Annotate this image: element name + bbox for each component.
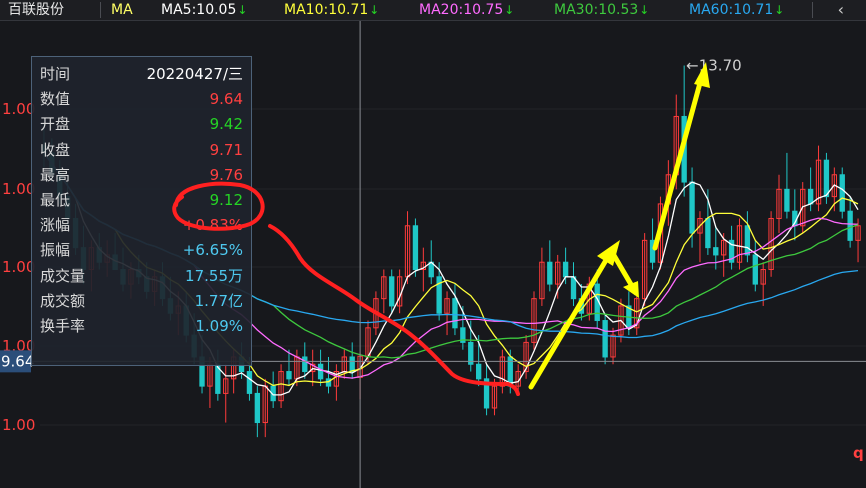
tooltip-value: 9.42 [209, 115, 243, 134]
header-divider [812, 2, 813, 18]
ma10-value: MA10:10.71↓ [284, 0, 379, 20]
down-arrow-icon: ↓ [369, 3, 380, 17]
tooltip-row: 换手率 1.09% [40, 315, 243, 337]
tooltip-label: 收盘 [40, 140, 71, 159]
tooltip-value: 9.76 [209, 165, 243, 184]
down-arrow-icon: ↓ [774, 3, 785, 17]
candle-body [286, 371, 292, 380]
crosshair-price-label: 9.64 [1, 352, 34, 370]
tooltip-label: 换手率 [40, 317, 86, 335]
candle-body [823, 159, 830, 198]
tooltip-row: 振幅 +6.65% [40, 239, 243, 261]
ma30-text: MA30:10.53 [554, 2, 639, 18]
candle-body [705, 217, 711, 249]
candle-body [246, 371, 253, 394]
tooltip-row: 收盘 9.71 [40, 139, 243, 161]
ma30-value: MA30:10.53↓ [554, 0, 649, 20]
tooltip-row: 时间 20220427/三 [40, 63, 243, 85]
candle-body [349, 356, 355, 373]
candle-body [302, 356, 308, 373]
tooltip-value: 9.12 [209, 191, 243, 209]
tooltip-label: 最低 [40, 191, 71, 209]
candle-body [602, 320, 608, 358]
tooltip-row: 最高 9.76 [40, 164, 243, 186]
candle-body [839, 174, 845, 212]
candle-body [452, 298, 458, 329]
candle-body [681, 115, 687, 183]
down-arrow-icon: ↓ [237, 3, 248, 17]
tooltip-label: 涨幅 [40, 216, 71, 235]
tooltip-label: 时间 [40, 65, 71, 83]
candle-body [847, 210, 853, 241]
candle-body [317, 363, 324, 380]
collapse-icon[interactable]: ‹ [838, 0, 844, 20]
tooltip-value: 1.77亿 [194, 291, 243, 310]
max-price-annotation: ←13.70 [686, 56, 742, 74]
ma-label[interactable]: MA [111, 0, 133, 20]
ma-header-bar: 百联股份 MA MA5:10.05↓ MA10:10.71↓ MA20:10.7… [0, 0, 866, 21]
header-divider [100, 2, 101, 18]
candle-body [744, 225, 751, 256]
ma60-value: MA60:10.71↓ [689, 0, 784, 20]
tooltip-label: 成交量 [40, 266, 86, 285]
tooltip-value: +0.83% [182, 216, 243, 235]
ma20-text: MA20:10.75 [419, 2, 504, 18]
down-arrow-icon: ↓ [639, 3, 650, 17]
tooltip-label: 振幅 [40, 241, 71, 260]
tooltip-label: 最高 [40, 165, 71, 184]
ma5-text: MA5:10.05 [161, 2, 237, 18]
candle-body [483, 378, 490, 409]
candle-body [412, 225, 419, 271]
candle-body [389, 276, 395, 307]
tooltip-row: 开盘 9.42 [40, 113, 243, 135]
candle-body [784, 188, 790, 212]
candle-body [807, 188, 814, 205]
tooltip-label: 开盘 [40, 115, 71, 134]
down-arrow-icon: ↓ [504, 3, 515, 17]
tooltip-value: 9.64 [209, 90, 243, 109]
candle-body [475, 363, 482, 380]
ma60-text: MA60:10.71 [689, 2, 774, 18]
tooltip-row: 数值 9.64 [40, 88, 243, 110]
tooltip-value: +6.65% [182, 241, 243, 260]
tooltip-value: 20220427/三 [146, 65, 243, 83]
tooltip-row: 成交量 17.55万 [40, 265, 243, 287]
tooltip-row: 涨幅 +0.83% [40, 214, 243, 236]
data-tooltip-panel: 时间 20220427/三数值 9.64 开盘 9.42 收盘 9.71 最高 9.76 最低 9.… [31, 56, 252, 366]
tooltip-value: 17.55万 [185, 266, 243, 285]
y-tick-label: 1.00 [2, 416, 35, 434]
candle-body [562, 261, 569, 278]
candle-body [649, 239, 656, 263]
ma10-text: MA10:10.71 [284, 2, 369, 18]
tooltip-row: 成交额 1.77亿 [40, 290, 243, 312]
candle-body [254, 392, 261, 424]
ma5-value: MA5:10.05↓ [161, 0, 247, 20]
candle-body [713, 247, 719, 256]
candle-body [689, 181, 695, 234]
stock-name[interactable]: 百联股份 [8, 0, 64, 20]
tooltip-value: 1.09% [195, 317, 243, 335]
ma20-value: MA20:10.75↓ [419, 0, 514, 20]
tooltip-label: 成交额 [40, 291, 86, 310]
candle-body [547, 261, 553, 285]
tooltip-label: 数值 [40, 90, 71, 109]
candle-body [570, 276, 577, 300]
candle-body [752, 254, 758, 285]
tooltip-value: 9.71 [209, 140, 243, 159]
tooltip-row: 最低 9.12 [40, 189, 243, 211]
corner-label: q [853, 444, 864, 462]
